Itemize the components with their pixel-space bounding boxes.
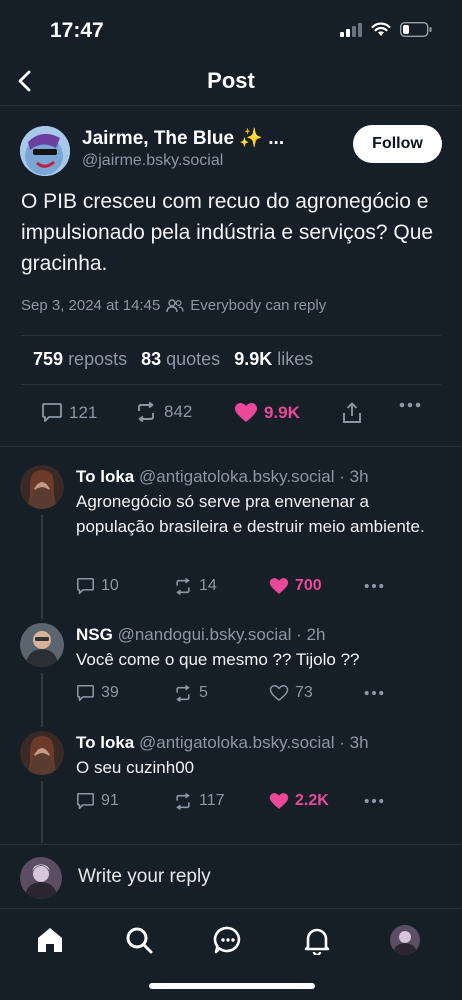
thread-line <box>41 715 43 727</box>
reply-setting[interactable]: Everybody can reply <box>190 297 326 314</box>
reply-text: Agronegócio só serve pra envenenar a pop… <box>76 492 425 536</box>
reply-more-button[interactable] <box>364 798 384 804</box>
reply-avatar[interactable] <box>20 731 64 775</box>
comment-icon <box>42 403 62 422</box>
post-timestamp: Sep 3, 2024 at 14:45 <box>21 297 161 314</box>
tab-notifications[interactable] <box>302 925 332 955</box>
repost-button[interactable]: 842 <box>134 402 192 422</box>
heart-filled-icon <box>269 793 289 809</box>
author-avatar[interactable] <box>20 126 70 176</box>
post-text: O PIB cresceu com recuo do agronegócio e… <box>21 190 434 275</box>
share-icon <box>343 402 361 423</box>
header: Post <box>0 58 462 106</box>
comment-icon <box>77 792 94 810</box>
tab-search[interactable] <box>124 925 154 955</box>
comment-icon <box>77 684 94 702</box>
reply-time: · 2h <box>296 625 326 644</box>
follow-button[interactable]: Follow <box>353 125 442 163</box>
tab-chat[interactable] <box>213 925 243 955</box>
reply-like-button[interactable]: 700 <box>269 577 322 595</box>
reply-header: To loka @antigatoloka.bsky.social · 3h <box>76 733 369 753</box>
reply-header: To loka @antigatoloka.bsky.social · 3h <box>76 467 369 487</box>
profile-avatar <box>390 925 420 955</box>
wifi-icon <box>371 22 391 37</box>
home-icon <box>38 928 62 952</box>
reply-button[interactable]: 121 <box>41 402 97 423</box>
tab-home[interactable] <box>35 925 65 955</box>
reply-like-button[interactable]: 73 <box>269 684 313 702</box>
thread-line <box>41 607 43 619</box>
like-button[interactable]: 9.9K <box>234 402 300 423</box>
reply-more-button[interactable] <box>364 583 384 589</box>
repost-icon <box>138 402 154 422</box>
battery-icon <box>400 22 432 37</box>
status-bar: 17:47 <box>0 0 462 58</box>
status-icons <box>340 22 432 37</box>
tab-profile[interactable] <box>390 925 420 955</box>
repost-icon <box>176 577 190 595</box>
author-handle[interactable]: @jairme.bsky.social <box>82 152 223 170</box>
ellipsis-icon <box>399 402 421 408</box>
reply-reply-button[interactable]: 91 <box>76 792 119 810</box>
reply-author-handle[interactable]: @antigatoloka.bsky.social <box>139 733 335 752</box>
quotes-stat[interactable]: 83 quotes <box>141 349 220 370</box>
ellipsis-icon <box>364 583 384 589</box>
reply-text: O seu cuzinh00 <box>76 758 195 777</box>
author-name[interactable]: Jairme, The Blue ✨ ... <box>82 126 284 150</box>
thread-line <box>41 515 43 619</box>
reply-author-name[interactable]: To loka <box>76 467 134 486</box>
reply-repost-button[interactable]: 117 <box>173 792 225 810</box>
reply-composer[interactable]: Write your reply <box>0 844 462 908</box>
repost-icon <box>176 792 190 810</box>
thread-line <box>41 781 43 843</box>
chat-icon <box>213 926 241 954</box>
page-title: Post <box>207 68 255 93</box>
divider <box>21 335 441 336</box>
reply-like-button[interactable]: 2.2K <box>269 792 329 810</box>
post-meta: Sep 3, 2024 at 14:45 Everybody can reply <box>21 297 326 314</box>
home-indicator <box>149 983 315 989</box>
ellipsis-icon <box>364 798 384 804</box>
user-avatar <box>20 857 62 899</box>
heart-filled-icon <box>235 403 257 422</box>
search-icon <box>126 927 153 954</box>
reposts-stat[interactable]: 759 reposts <box>33 349 127 370</box>
post-stats: 759 reposts 83 quotes 9.9K likes <box>33 349 313 370</box>
reply-author-name[interactable]: NSG <box>76 625 113 644</box>
reply-header: NSG @nandogui.bsky.social · 2h <box>76 625 325 645</box>
reply-repost-button[interactable]: 5 <box>173 684 208 702</box>
post-actions: 121 842 9.9K <box>0 402 462 426</box>
divider <box>21 384 441 385</box>
heart-filled-icon <box>269 578 289 594</box>
reply-author-name[interactable]: To loka <box>76 733 134 752</box>
reply-repost-button[interactable]: 14 <box>173 577 217 595</box>
reply-avatar[interactable] <box>20 465 64 509</box>
reply-avatar[interactable] <box>20 623 64 667</box>
ellipsis-icon <box>364 690 384 696</box>
more-options-button[interactable] <box>399 402 421 408</box>
reply-author-handle[interactable]: @antigatoloka.bsky.social <box>139 467 335 486</box>
people-icon <box>166 298 184 313</box>
reply-time: · 3h <box>339 467 369 486</box>
bell-icon <box>304 928 330 955</box>
comment-icon <box>77 577 94 595</box>
reply-author-handle[interactable]: @nandogui.bsky.social <box>118 625 292 644</box>
heart-outline-icon <box>269 684 289 702</box>
reply-reply-button[interactable]: 10 <box>76 577 119 595</box>
reply-reply-button[interactable]: 39 <box>76 684 119 702</box>
reply-more-button[interactable] <box>364 690 384 696</box>
share-button[interactable] <box>341 402 363 424</box>
divider <box>0 446 462 447</box>
signal-icon <box>340 22 362 37</box>
repost-icon <box>176 684 190 702</box>
reply-text: Você come o que mesmo ?? Tijolo ?? <box>76 650 360 669</box>
status-time: 17:47 <box>50 19 104 42</box>
reply-time: · 3h <box>339 733 369 752</box>
reply-input[interactable]: Write your reply <box>78 866 211 888</box>
likes-stat[interactable]: 9.9K likes <box>234 349 313 370</box>
